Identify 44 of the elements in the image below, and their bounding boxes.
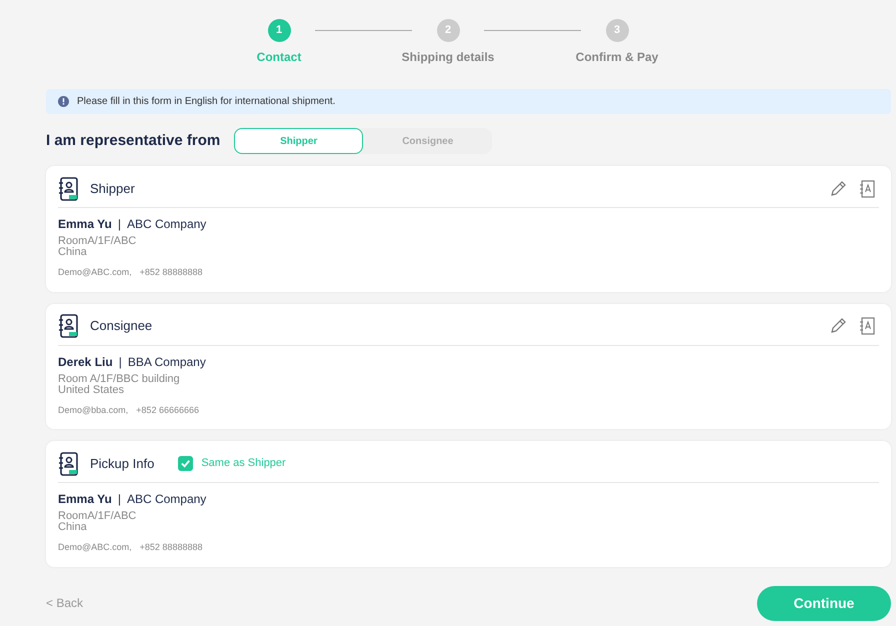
info-icon [58, 96, 69, 107]
address-line: RoomA/1F/ABC [58, 236, 138, 247]
phone: +852 88888888 [140, 541, 202, 554]
email: Demo@bba.com, [58, 404, 128, 416]
phone: +852 88888888 [140, 266, 202, 279]
checkbox-label: Same as Shipper [201, 456, 286, 472]
address-line: RoomA/1F/ABC [58, 511, 138, 522]
email: Demo@ABC.com, [58, 266, 132, 279]
separator: | [118, 491, 121, 508]
checkmark-icon [180, 458, 192, 469]
address-line: Room A/1F/BBC building [58, 374, 181, 384]
address-book-icon[interactable] [859, 317, 875, 335]
company-name: BBA Company [128, 354, 206, 370]
email: Demo@ABC.com, [58, 541, 132, 554]
continue-button[interactable]: Continue [757, 586, 891, 620]
address-line: China [58, 247, 88, 258]
card-title: Consignee [90, 317, 152, 336]
contact-name: Emma Yu [58, 491, 112, 508]
address-line: United States [58, 384, 126, 396]
contact-book-icon [58, 176, 78, 200]
company-name: ABC Company [126, 216, 206, 233]
contact-book-icon [58, 452, 78, 476]
edit-icon[interactable] [829, 317, 847, 335]
info-text: Please fill in this form in English for international shipment. [77, 95, 336, 109]
separator: | [118, 216, 121, 233]
contact-name: Derek Liu [58, 354, 113, 370]
company-name: ABC Company [126, 491, 206, 508]
representative-option[interactable]: Shipper [234, 128, 364, 154]
step-label: Shipping details [402, 49, 494, 66]
card-title: Shipper [90, 180, 135, 198]
step-label: Confirm & Pay [576, 49, 658, 66]
step-label: Contact [256, 49, 302, 66]
representative-label: I am representative from [46, 130, 220, 151]
same-as-shipper-checkbox[interactable] [178, 456, 194, 471]
edit-icon[interactable] [829, 180, 847, 198]
contact-name: Emma Yu [58, 216, 112, 233]
back-link[interactable]: < Back [46, 594, 84, 612]
address-book-icon[interactable] [859, 180, 875, 198]
contact-book-icon [58, 314, 78, 338]
card-title: Pickup Info [90, 454, 154, 473]
representative-option[interactable]: Consignee [363, 128, 492, 154]
address-line: China [58, 522, 88, 533]
separator: | [118, 354, 122, 370]
phone: +852 66666666 [136, 404, 199, 416]
